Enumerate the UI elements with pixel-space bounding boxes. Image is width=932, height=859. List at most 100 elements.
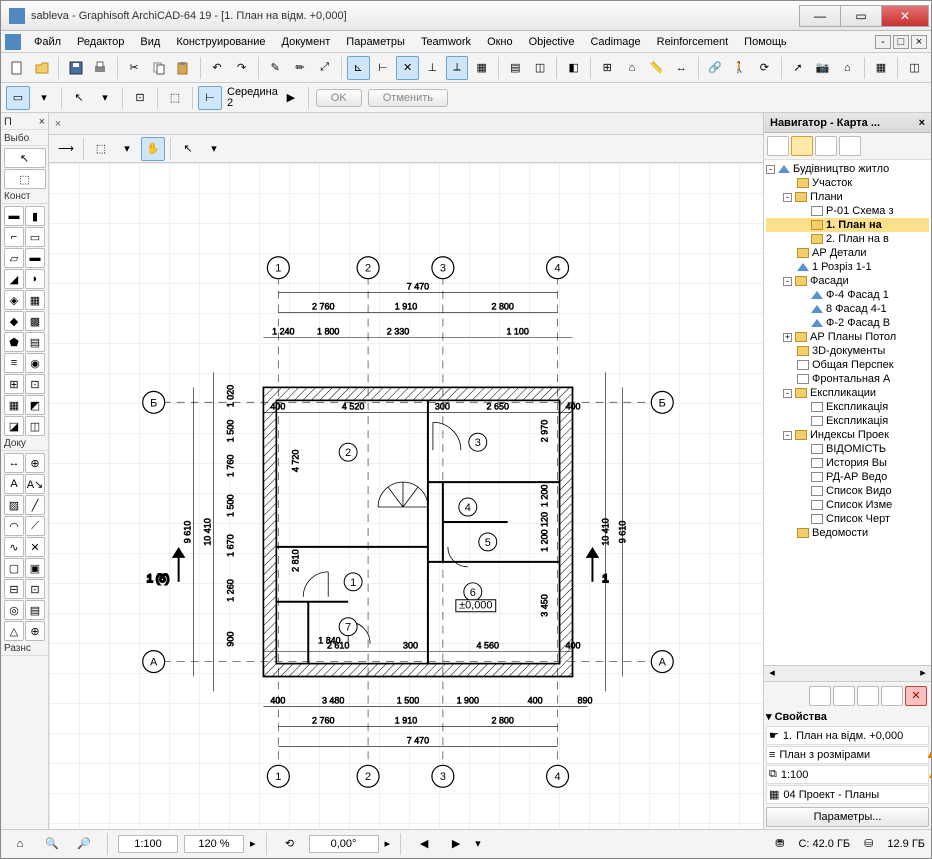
offset-icon[interactable]: ⬚	[163, 86, 187, 110]
arrow-tool[interactable]: ↖	[4, 148, 46, 168]
mdi-min[interactable]: -	[875, 35, 891, 49]
extra-6[interactable]: ◫	[25, 416, 45, 436]
ok-button[interactable]: OK	[316, 89, 362, 107]
object-tool[interactable]: ⬟	[4, 332, 24, 352]
tree-item[interactable]: Ведомости	[766, 526, 929, 540]
prop-layer-input[interactable]	[779, 749, 921, 761]
angle-input[interactable]	[309, 835, 379, 853]
grid-tool[interactable]: ⊕	[25, 621, 45, 641]
nav-tab-publish[interactable]	[839, 136, 861, 156]
dim-button[interactable]: ↔	[670, 56, 693, 80]
open-button[interactable]	[31, 56, 54, 80]
tree-item[interactable]: РД-АР Ведо	[766, 470, 929, 484]
scale-input[interactable]	[118, 835, 178, 853]
section-tool[interactable]: ⊟	[4, 579, 24, 599]
tree-item[interactable]: -Плани	[766, 190, 929, 204]
tree-item[interactable]: Список Черт	[766, 512, 929, 526]
prop-btn-2[interactable]	[833, 686, 855, 706]
change-tool[interactable]: △	[4, 621, 24, 641]
zoom-in-icon[interactable]: 🔍	[40, 832, 64, 856]
morph-tool[interactable]: ◆	[4, 311, 24, 331]
tree-item[interactable]: Експликація	[766, 400, 929, 414]
beam-tool[interactable]: ▬	[25, 248, 45, 268]
rotate-icon[interactable]: ⟲	[278, 832, 302, 856]
extra-4[interactable]: ◩	[25, 395, 45, 415]
geo-method-1[interactable]: ▭	[6, 86, 30, 110]
menu-view[interactable]: Вид	[133, 34, 167, 50]
arrow-dd[interactable]: ▾	[93, 86, 117, 110]
extra-3[interactable]: ▦	[4, 395, 24, 415]
prop-btn-1[interactable]	[809, 686, 831, 706]
tree-item[interactable]: ВІДОМІСТЬ	[766, 442, 929, 456]
nav-tab-view[interactable]	[791, 136, 813, 156]
tree-item[interactable]: Участок	[766, 176, 929, 190]
eyedrop-icon[interactable]: ⤢	[313, 56, 336, 80]
menu-help[interactable]: Помощь	[737, 34, 794, 50]
minimize-button[interactable]: —	[799, 5, 841, 27]
prop-btn-3[interactable]	[857, 686, 879, 706]
fill-tool[interactable]: ▨	[4, 495, 24, 515]
tree-item[interactable]: АР Детали	[766, 246, 929, 260]
worksheet-tool[interactable]: ▤	[25, 600, 45, 620]
print-button[interactable]	[89, 56, 112, 80]
save-button[interactable]	[64, 56, 87, 80]
tab-close-icon[interactable]: ×	[49, 118, 67, 130]
slab-tool[interactable]: ▱	[4, 248, 24, 268]
menu-objective[interactable]: Objective	[522, 34, 582, 50]
vt-4[interactable]: ✋	[141, 137, 165, 161]
menu-teamwork[interactable]: Teamwork	[414, 34, 478, 50]
extra-button[interactable]: ◫	[903, 56, 926, 80]
mdi-max[interactable]: □	[893, 35, 909, 49]
anchor-icon[interactable]: ⊡	[128, 86, 152, 110]
snap-end-button[interactable]: ⊾	[347, 56, 370, 80]
level-tool[interactable]: ⊕	[25, 453, 45, 473]
3d-button[interactable]: ◧	[562, 56, 585, 80]
line-tool[interactable]: ╱	[25, 495, 45, 515]
menu-construct[interactable]: Конструирование	[169, 34, 272, 50]
stair-tool[interactable]: ≡	[4, 353, 24, 373]
prop-btn-4[interactable]	[881, 686, 903, 706]
nav-tab-layout[interactable]	[815, 136, 837, 156]
wall-tool[interactable]: ▬	[4, 206, 24, 226]
tree-item[interactable]: Список Видо	[766, 484, 929, 498]
elevation-tool[interactable]: ⊡	[25, 579, 45, 599]
tree-item[interactable]: 1. План на	[766, 218, 929, 232]
shell-tool[interactable]: ◗	[25, 269, 45, 289]
close-button[interactable]: ✕	[881, 5, 929, 27]
roof-tool[interactable]: ◢	[4, 269, 24, 289]
marquee-tool[interactable]: ⬚	[4, 169, 46, 189]
house-icon[interactable]: ⌂	[836, 56, 859, 80]
snap-perp-button[interactable]: ⊥	[421, 56, 444, 80]
prop-set-input[interactable]	[783, 789, 926, 801]
arc-tool[interactable]: ◠	[4, 516, 24, 536]
toolbox-close-icon[interactable]: ×	[39, 116, 45, 128]
paste-button[interactable]	[172, 56, 195, 80]
geo-method-dd[interactable]: ▾	[32, 86, 56, 110]
snap-int-button[interactable]: ✕	[396, 56, 419, 80]
undo-button[interactable]: ↶	[206, 56, 229, 80]
link-button[interactable]: 🔗	[704, 56, 727, 80]
skylight-tool[interactable]: ◈	[4, 290, 24, 310]
cancel-button[interactable]: Отменить	[368, 89, 448, 107]
nav-fwd-icon[interactable]: ▶	[444, 832, 468, 856]
dim-tool[interactable]: ↔	[4, 453, 24, 473]
menu-document[interactable]: Документ	[275, 34, 338, 50]
params-button[interactable]: Параметры...	[766, 807, 929, 827]
measure-button[interactable]: 📏	[645, 56, 668, 80]
navigator-tree[interactable]: -Будівництво житло Участок-ПланиР-01 Схе…	[764, 160, 931, 665]
menu-editor[interactable]: Редактор	[70, 34, 131, 50]
mesh-tool[interactable]: ▩	[25, 311, 45, 331]
nav-tab-project[interactable]	[767, 136, 789, 156]
door-tool[interactable]: ⌐	[4, 227, 24, 247]
vt-3[interactable]: ▾	[115, 137, 139, 161]
canvas[interactable]: 1 2 3 4 1 2 3 4 Б А Б А	[49, 163, 763, 829]
arrow-tool-icon[interactable]: ↖	[67, 86, 91, 110]
redo-button[interactable]: ↷	[230, 56, 253, 80]
zoom-out-icon[interactable]: 🔎	[72, 832, 96, 856]
tree-item[interactable]: Список Изме	[766, 498, 929, 512]
maximize-button[interactable]: ▭	[840, 5, 882, 27]
tree-item[interactable]: История Вы	[766, 456, 929, 470]
curtain-tool[interactable]: ▦	[25, 290, 45, 310]
lamp-tool[interactable]: ◉	[25, 353, 45, 373]
nav-hscroll[interactable]: ◂▸	[764, 665, 931, 681]
